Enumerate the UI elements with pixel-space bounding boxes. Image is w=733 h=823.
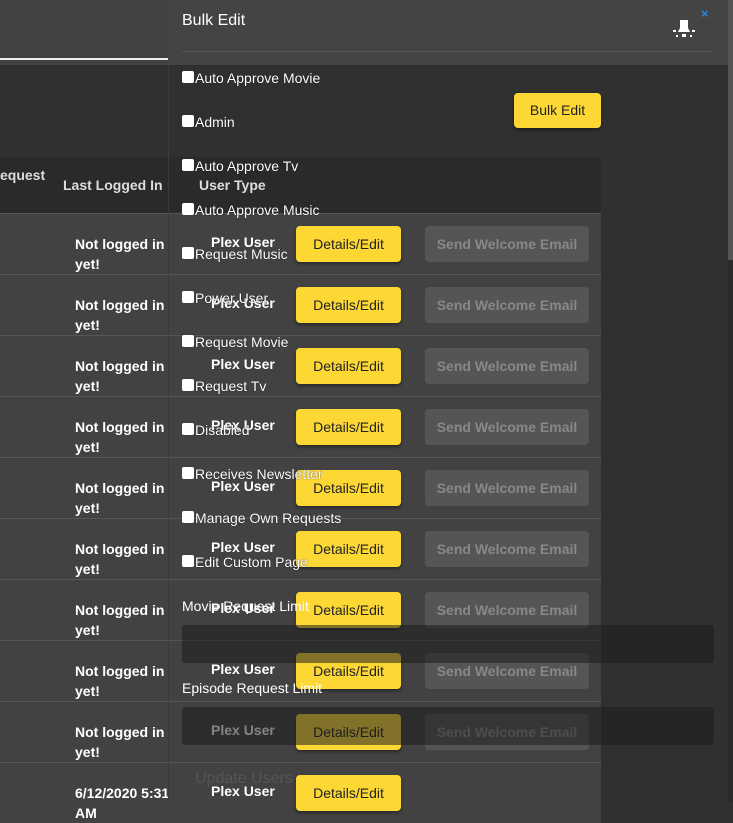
- checkbox-label: Receives Newsletter: [195, 466, 323, 482]
- checkbox[interactable]: [182, 291, 194, 303]
- checkbox-label: Auto Approve Movie: [195, 70, 321, 86]
- bulk-edit-button[interactable]: Bulk Edit: [514, 93, 601, 128]
- checkbox-label: Request Music: [195, 246, 288, 262]
- checkbox[interactable]: [182, 379, 194, 391]
- checkbox[interactable]: [182, 467, 194, 479]
- checkbox-label: Request Tv: [195, 378, 267, 394]
- divider: [182, 51, 712, 52]
- checkbox[interactable]: [182, 115, 194, 127]
- movie-request-limit-label: Movie Request Limit: [182, 598, 309, 614]
- header-request[interactable]: equest: [0, 167, 45, 183]
- checkbox[interactable]: [182, 335, 194, 347]
- checkbox-option[interactable]: Auto Approve Tv: [182, 158, 298, 174]
- checkbox-option[interactable]: Edit Custom Page: [182, 554, 308, 570]
- checkbox-option[interactable]: Power User: [182, 290, 268, 306]
- episode-request-limit-input[interactable]: [182, 707, 714, 745]
- checkbox-option[interactable]: Auto Approve Movie: [182, 70, 320, 86]
- lightbulb-icon[interactable]: [672, 16, 696, 40]
- close-icon[interactable]: ×: [701, 6, 709, 21]
- checkbox[interactable]: [182, 511, 194, 523]
- bulk-edit-header: [168, 0, 728, 65]
- checkbox-option[interactable]: Auto Approve Music: [182, 202, 320, 218]
- checkbox-label: Auto Approve Tv: [195, 158, 299, 174]
- checkbox[interactable]: [182, 555, 194, 567]
- checkbox-label: Edit Custom Page: [195, 554, 308, 570]
- scrollbar-thumb[interactable]: [728, 0, 733, 260]
- header-last-logged-in[interactable]: Last Logged In: [63, 177, 163, 193]
- checkbox-label: Manage Own Requests: [195, 510, 342, 526]
- checkbox-option[interactable]: Disabled: [182, 422, 249, 438]
- checkbox-label: Auto Approve Music: [195, 202, 320, 218]
- checkbox[interactable]: [182, 423, 194, 435]
- checkbox-label: Disabled: [195, 422, 250, 438]
- checkbox-option[interactable]: Manage Own Requests: [182, 510, 341, 526]
- movie-request-limit-input[interactable]: [182, 625, 714, 663]
- checkbox[interactable]: [182, 247, 194, 259]
- checkbox-label: Admin: [195, 114, 235, 130]
- panel-title: Bulk Edit: [182, 12, 246, 29]
- checkbox[interactable]: [182, 71, 194, 83]
- checkbox-option[interactable]: Receives Newsletter: [182, 466, 323, 482]
- checkbox[interactable]: [182, 159, 194, 171]
- update-users-button[interactable]: Update Users: [195, 770, 293, 788]
- episode-request-limit-label: Episode Request Limit: [182, 680, 323, 696]
- checkbox-option[interactable]: Request Music: [182, 246, 288, 262]
- checkbox[interactable]: [182, 203, 194, 215]
- checkbox-label: Power User: [195, 290, 269, 306]
- checkbox-option[interactable]: Request Tv: [182, 378, 266, 394]
- checkbox-option[interactable]: Admin: [182, 114, 235, 130]
- checkbox-label: Request Movie: [195, 334, 289, 350]
- checkbox-option[interactable]: Request Movie: [182, 334, 288, 350]
